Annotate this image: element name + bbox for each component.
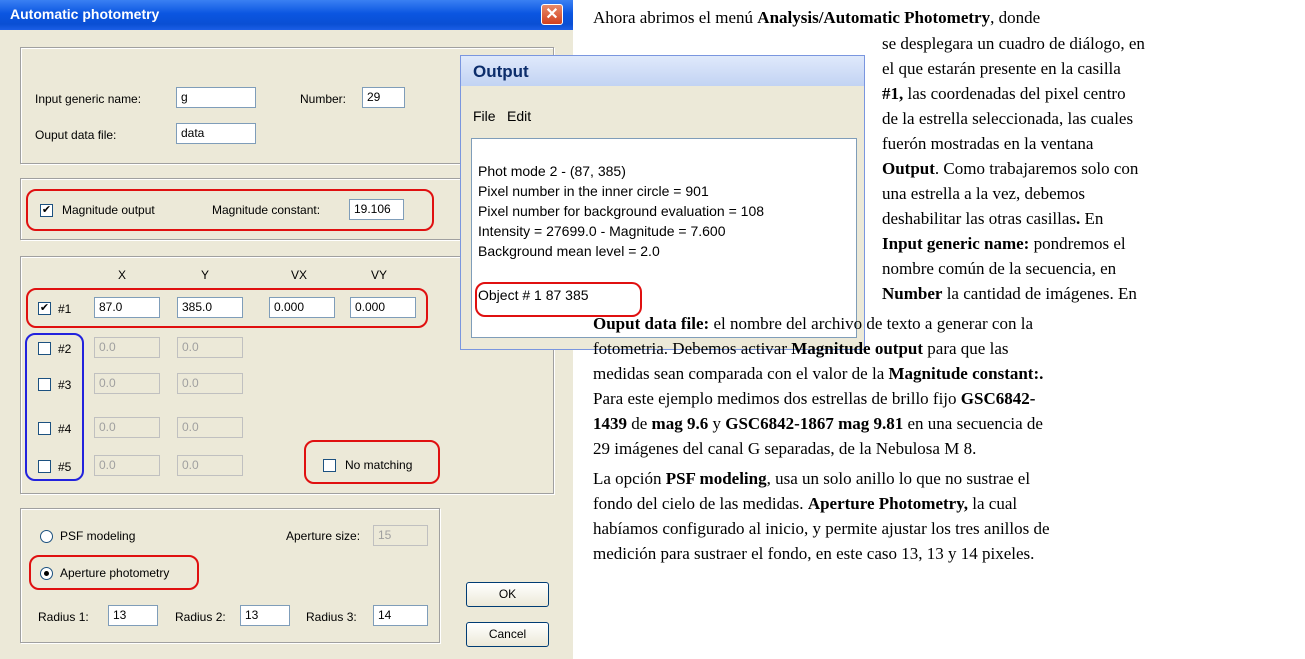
aperture-photometry-label: Aperture photometry xyxy=(60,566,170,580)
aperture-size-label: Aperture size: xyxy=(286,529,361,543)
row-1-y-field[interactable]: 385.0 xyxy=(177,297,243,318)
text-line-15: medidas sean comparada con el valor de l… xyxy=(593,364,1044,383)
row-3-label: #3 xyxy=(58,378,72,392)
magnitude-output-checkbox[interactable]: ✔ xyxy=(40,204,53,217)
output-window: Output File Edit Phot mode 2 - (87, 385)… xyxy=(460,55,865,350)
row-5-checkbox[interactable] xyxy=(38,460,51,473)
row-4-y-field: 0.0 xyxy=(177,417,243,438)
output-line: Pixel number for background evaluation =… xyxy=(478,203,765,219)
dialog-title: Automatic photometry xyxy=(10,6,160,22)
radius-1-label: Radius 1: xyxy=(38,610,89,624)
text-line-10: Input generic name: pondremos el xyxy=(882,234,1126,253)
output-line: Intensity = 27699.0 - Magnitude = 7.600 xyxy=(478,223,726,239)
text-line-21: habíamos configurado al inicio, y permit… xyxy=(593,519,1050,538)
output-title: Output xyxy=(473,62,529,81)
text-line-5: de la estrella seleccionada, las cuales xyxy=(882,109,1134,128)
row-1-label: #1 xyxy=(58,302,72,316)
magnitude-constant-label: Magnitude constant: xyxy=(212,203,321,217)
psf-modeling-label: PSF modeling xyxy=(60,529,136,543)
row-5-y-field: 0.0 xyxy=(177,455,243,476)
text-line-22: medición para sustraer el fondo, en este… xyxy=(593,544,1035,563)
output-file-label: Ouput data file: xyxy=(35,128,117,142)
row-4-checkbox[interactable] xyxy=(38,422,51,435)
text-line-4: #1, las coordenadas del pixel centro xyxy=(882,84,1126,103)
aperture-photometry-radio[interactable] xyxy=(40,567,53,580)
row-5-x-field: 0.0 xyxy=(94,455,160,476)
close-icon[interactable]: ✕ xyxy=(541,4,563,25)
row-3-x-field: 0.0 xyxy=(94,373,160,394)
text-line-20: fondo del cielo de las medidas. Aperture… xyxy=(593,494,1018,513)
output-file-field[interactable]: data xyxy=(176,123,256,144)
text-line-6: fuerón mostradas en la ventana xyxy=(882,134,1094,153)
text-line-19: La opción PSF modeling, usa un solo anil… xyxy=(593,469,1031,488)
text-line-16: Para este ejemplo medimos dos estrellas … xyxy=(593,389,1036,408)
cancel-button[interactable]: Cancel xyxy=(466,622,549,647)
row-2-label: #2 xyxy=(58,342,72,356)
text-line-13: Ouput data file: el nombre del archivo d… xyxy=(593,314,1033,333)
text-line-17: 1439 de mag 9.6 y GSC6842-1867 mag 9.81 … xyxy=(593,414,1043,433)
ok-button[interactable]: OK xyxy=(466,582,549,607)
text-line-2: se desplegara un cuadro de diálogo, en xyxy=(882,34,1145,53)
number-label: Number: xyxy=(300,92,347,106)
row-1-vx-field[interactable]: 0.000 xyxy=(269,297,335,318)
text-line-3: el que estarán presente en la casilla xyxy=(882,59,1121,78)
input-generic-name-field[interactable]: g xyxy=(176,87,256,108)
row-4-label: #4 xyxy=(58,422,72,436)
input-generic-name-label: Input generic name: xyxy=(35,92,142,106)
text-line-8: una estrella a la vez, debemos xyxy=(882,184,1085,203)
row-1-checkbox[interactable]: ✔ xyxy=(38,302,51,315)
col-header-vx: VX xyxy=(291,268,308,282)
output-line: Background mean level = 2.0 xyxy=(478,243,660,259)
aperture-size-field: 15 xyxy=(373,525,428,546)
radius-3-field[interactable]: 14 xyxy=(373,605,428,626)
row-2-y-field: 0.0 xyxy=(177,337,243,358)
radius-2-label: Radius 2: xyxy=(175,610,226,624)
text-line-1: Ahora abrimos el menú Analysis/Automatic… xyxy=(593,8,1041,27)
row-2-checkbox[interactable] xyxy=(38,342,51,355)
output-line: Pixel number in the inner circle = 901 xyxy=(478,183,709,199)
menu-file[interactable]: File xyxy=(473,108,496,124)
radius-2-field[interactable]: 13 xyxy=(240,605,290,626)
text-line-9: deshabilitar las otras casillas. En xyxy=(882,209,1104,228)
highlight-rows-2-5 xyxy=(25,333,84,481)
row-1-vy-field[interactable]: 0.000 xyxy=(350,297,416,318)
row-3-y-field: 0.0 xyxy=(177,373,243,394)
text-line-18: 29 imágenes del canal G separadas, de la… xyxy=(593,439,977,458)
row-4-x-field: 0.0 xyxy=(94,417,160,438)
menu-edit[interactable]: Edit xyxy=(507,108,531,124)
output-line: Phot mode 2 - (87, 385) xyxy=(478,163,626,179)
col-header-x: X xyxy=(118,268,127,282)
no-matching-checkbox[interactable] xyxy=(323,459,336,472)
col-header-vy: VY xyxy=(371,268,388,282)
text-line-14: fotometria. Debemos activar Magnitude ou… xyxy=(593,339,1009,358)
col-header-y: Y xyxy=(201,268,210,282)
dialog-title-bar: Automatic photometry ✕ xyxy=(0,0,573,30)
text-line-11: nombre común de la secuencia, en xyxy=(882,259,1117,278)
magnitude-output-label: Magnitude output xyxy=(62,203,155,217)
output-title-bar: Output xyxy=(461,56,864,86)
number-field[interactable]: 29 xyxy=(362,87,405,108)
no-matching-label: No matching xyxy=(345,458,413,472)
row-1-x-field[interactable]: 87.0 xyxy=(94,297,160,318)
row-3-checkbox[interactable] xyxy=(38,378,51,391)
text-line-12: Number la cantidad de imágenes. En xyxy=(882,284,1137,303)
magnitude-constant-field[interactable]: 19.106 xyxy=(349,199,404,220)
row-2-x-field: 0.0 xyxy=(94,337,160,358)
radius-1-field[interactable]: 13 xyxy=(108,605,158,626)
radius-3-label: Radius 3: xyxy=(306,610,357,624)
text-line-7: Output. Como trabajaremos solo con xyxy=(882,159,1139,178)
row-5-label: #5 xyxy=(58,460,72,474)
psf-modeling-radio[interactable] xyxy=(40,530,53,543)
